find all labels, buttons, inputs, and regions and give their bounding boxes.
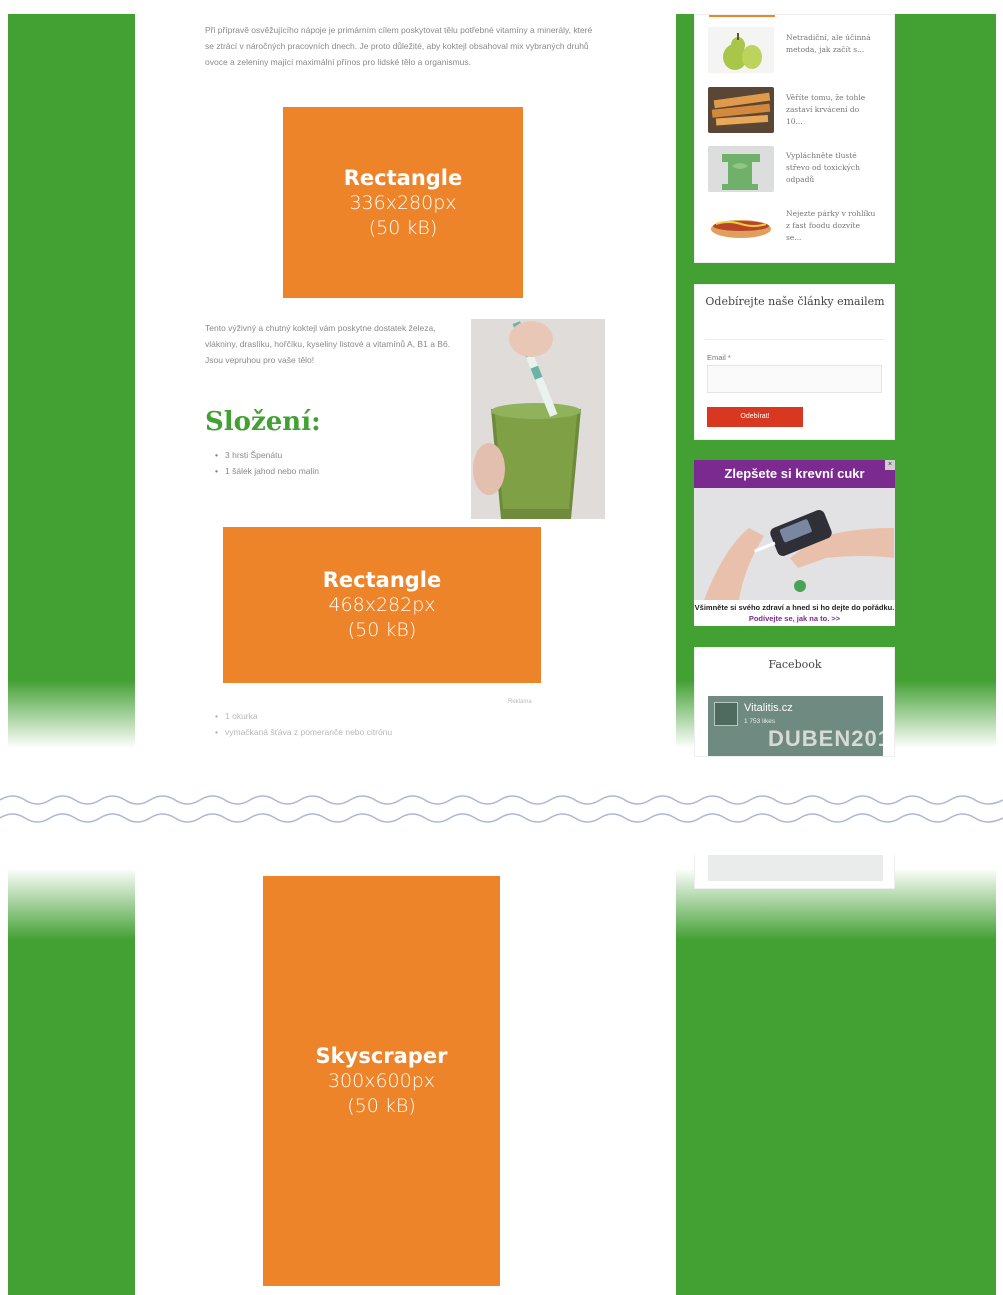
green-smoothie-photo (471, 319, 605, 519)
pear-thumb[interactable] (708, 27, 774, 73)
related-article-link[interactable]: Nejezte párky v rohlíku z fast foodu doz… (786, 208, 876, 244)
ingredients-list: 3 hrsti Špenátu 1 šálek jahod nebo malin (215, 447, 455, 479)
related-article-link[interactable]: Netradiční, ale účinná metoda, jak začít… (786, 32, 876, 56)
glucose-ad-footer-text: Všimněte si svého zdraví a hned si ho de… (694, 603, 895, 612)
glucose-ad-link[interactable]: Podívejte se, jak na to. >> (749, 614, 840, 623)
left-green-column-top (8, 14, 135, 754)
ad-title: Skyscraper (315, 1044, 448, 1068)
facebook-widget-continued (694, 855, 895, 889)
ad-close-icon[interactable]: × (885, 460, 895, 470)
ad-size: 468x282px (328, 594, 436, 616)
article-intro: Při přípravě osvěžujícího nápoje je prim… (205, 25, 593, 67)
glucose-ad-banner[interactable]: Zlepšete si krevní cukr × Všimněte si sv… (694, 460, 895, 626)
list-item: 1 šálek jahod nebo malin (215, 463, 455, 479)
list-item: vymačkaná šťáva z pomeranče nebo citrónu (215, 724, 515, 740)
related-article-link[interactable]: Vypláchněte tlusté střevo od toxických o… (786, 150, 876, 186)
ad-title: Rectangle (322, 568, 442, 592)
ad-title: Rectangle (343, 165, 463, 190)
list-item: 1 okurka (215, 708, 515, 724)
ad-weight: (50 kB) (347, 1095, 416, 1117)
facebook-box-continued (708, 855, 883, 881)
food-thumb[interactable] (708, 87, 774, 133)
ad-size: 300x600px (327, 1070, 436, 1092)
facebook-page-avatar (714, 702, 738, 726)
ad-skyscraper[interactable]: Skyscraper 300x600px (50 kB) (263, 876, 500, 1286)
newsletter-title: Odebírejte naše články emailem (705, 295, 885, 308)
email-field[interactable] (707, 365, 882, 393)
ad-weight: (50 kB) (347, 619, 417, 641)
glucose-ad-footer: Všimněte si svého zdraví a hned si ho de… (694, 600, 895, 626)
intestine-thumb[interactable] (708, 146, 774, 192)
facebook-widget: Facebook Vitalitis.cz 1 753 likes DUBEN2… (694, 647, 895, 757)
facebook-likes: 1 753 likes (744, 718, 776, 725)
facebook-title: Facebook (768, 658, 822, 671)
glucose-ad-headline: Zlepšete si krevní cukr (694, 460, 895, 488)
newsletter-divider (705, 339, 885, 340)
ad-source-note: Reklama (508, 699, 532, 705)
related-article-link[interactable]: Věříte tomu, že tohle zastaví krvácení d… (786, 92, 876, 128)
composition-heading: Složení: (205, 407, 321, 437)
subscribe-button[interactable]: Odebírat! (707, 407, 803, 427)
facebook-page-box[interactable]: Vitalitis.cz 1 753 likes DUBEN2016 (708, 696, 883, 756)
ad-size: 336x280px (349, 191, 457, 214)
list-item: 3 hrsti Špenátu (215, 447, 455, 463)
ad-rectangle-336[interactable]: Rectangle 336x280px (50 kB) (283, 107, 523, 298)
email-label: Email * (707, 353, 731, 362)
glucose-meter-illustration (694, 488, 895, 600)
ingredients-list-continued: 1 okurka vymačkaná šťáva z pomeranče neb… (215, 708, 515, 740)
wavy-cut-divider (0, 795, 1003, 823)
facebook-page-name[interactable]: Vitalitis.cz (744, 702, 793, 714)
ad-weight: (50 kB) (368, 216, 438, 239)
article-body: Tento výživný a chutný koktejl vám posky… (205, 323, 451, 365)
ad-rectangle-468[interactable]: Rectangle 468x282px (50 kB) (223, 527, 541, 683)
facebook-banner-text: DUBEN2016 (768, 726, 883, 751)
newsletter-widget: Odebírejte naše články emailem Email * O… (694, 284, 895, 440)
hotdog-thumb[interactable] (708, 204, 774, 250)
widget-accent-line (709, 15, 775, 17)
